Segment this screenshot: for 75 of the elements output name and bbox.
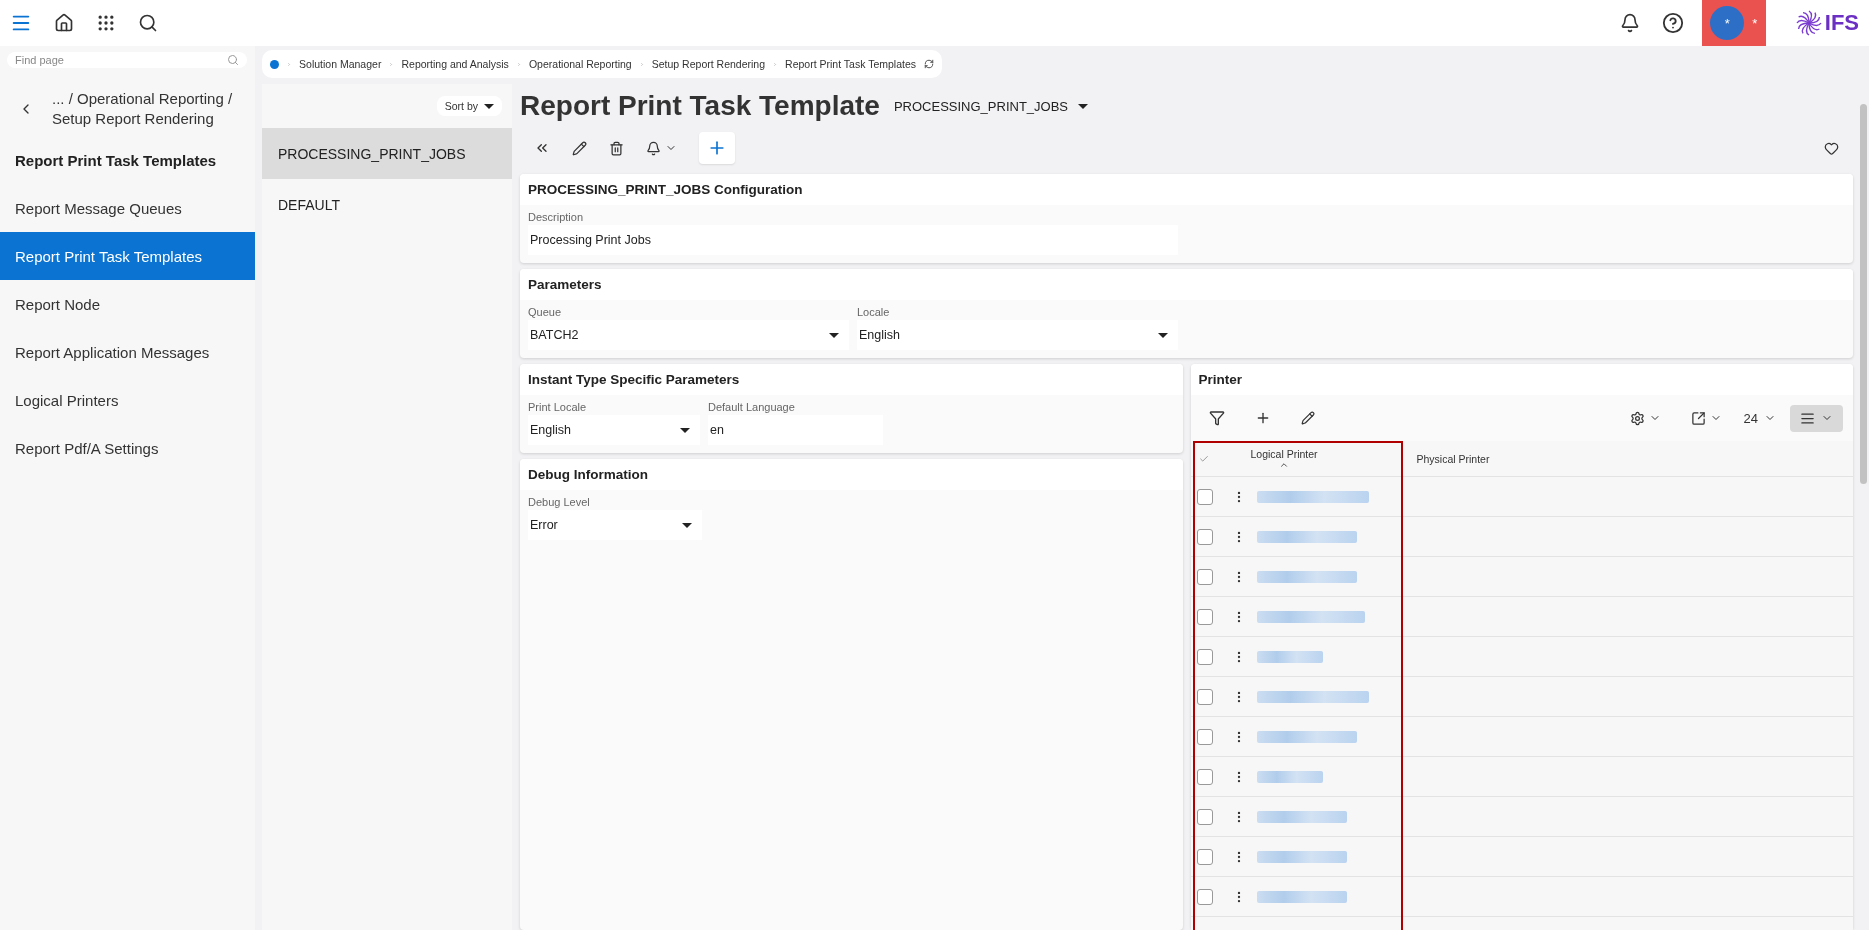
- field-label: Default Language: [708, 401, 796, 413]
- input-field[interactable]: Processing Print Jobs: [528, 225, 1178, 255]
- breadcrumb-link[interactable]: Solution Manager: [299, 58, 382, 70]
- record-item[interactable]: DEFAULT: [262, 179, 512, 230]
- status-dot: [270, 59, 279, 69]
- bell-icon[interactable]: [1619, 13, 1640, 33]
- caret-icon: [682, 522, 692, 528]
- select-field[interactable]: English: [857, 320, 1178, 350]
- caret-icon: [680, 427, 690, 433]
- view-mode-button[interactable]: [1790, 404, 1843, 432]
- add-button[interactable]: [699, 132, 735, 164]
- row-checkbox[interactable]: [1196, 528, 1213, 545]
- caret-icon: [484, 103, 494, 109]
- select-field[interactable]: BATCH2: [528, 320, 849, 350]
- breadcrumb-link[interactable]: Reporting and Analysis: [401, 58, 509, 70]
- row-checkbox[interactable]: [1196, 728, 1213, 745]
- field-label: Description: [528, 211, 585, 223]
- row-checkbox[interactable]: [1196, 688, 1213, 705]
- page-title: Report Print Task Template: [520, 90, 880, 122]
- input-field[interactable]: en: [708, 415, 883, 445]
- section-title: Instant Type Specific Parameters: [520, 364, 1183, 395]
- help-icon[interactable]: [1661, 12, 1684, 34]
- caret-icon: [1078, 103, 1089, 109]
- column-header[interactable]: Logical Printer: [1250, 447, 1318, 470]
- find-page-field[interactable]: Find page: [7, 52, 247, 68]
- row-checkbox[interactable]: [1196, 848, 1213, 865]
- apps-grid-icon[interactable]: [96, 13, 116, 33]
- navigator-item[interactable]: Report Application Messages: [0, 328, 255, 376]
- navigation-path[interactable]: ... / Operational Reporting / Setup Report Rendering: [52, 89, 235, 129]
- user-avatar[interactable]: * *: [1701, 0, 1766, 46]
- sort-button[interactable]: Sort by: [436, 96, 502, 116]
- select-field[interactable]: Error: [528, 510, 702, 540]
- record-selector[interactable]: PROCESSING_PRINT_JOBS: [893, 98, 1089, 114]
- field-label: Print Locale: [528, 401, 588, 413]
- column-header[interactable]: Physical Printer: [1416, 452, 1490, 465]
- search-icon[interactable]: [138, 13, 158, 33]
- redacted-text: [1256, 770, 1323, 783]
- row-checkbox[interactable]: [1196, 768, 1213, 785]
- gear-icon: [1629, 410, 1645, 426]
- navigator-item[interactable]: Report Print Task Templates: [0, 232, 255, 280]
- field-label: Debug Level: [528, 496, 591, 508]
- navigator-item[interactable]: Logical Printers: [0, 376, 255, 424]
- logo: IFS: [1795, 10, 1859, 36]
- home-icon[interactable]: [54, 13, 74, 33]
- swirl-icon: [1795, 10, 1822, 36]
- section-title: Debug Information: [520, 459, 1183, 490]
- field-label: Locale: [857, 306, 891, 318]
- field-label: Queue: [528, 306, 563, 318]
- section-title: Parameters: [520, 269, 1853, 300]
- caret-icon: [1158, 332, 1168, 338]
- navigator-item[interactable]: Report Node: [0, 280, 255, 328]
- row-checkbox[interactable]: [1196, 888, 1213, 905]
- list-icon: [1800, 410, 1815, 426]
- navigator-item[interactable]: Report Message Queues: [0, 184, 255, 232]
- section-title: PROCESSING_PRINT_JOBS Configuration: [520, 174, 1853, 205]
- navigator-heading: Report Print Task Templates: [14, 150, 218, 171]
- breadcrumb-link[interactable]: Setup Report Rendering: [651, 58, 765, 70]
- row-checkbox[interactable]: [1196, 808, 1213, 825]
- record-item[interactable]: PROCESSING_PRINT_JOBS: [262, 128, 512, 179]
- row-checkbox[interactable]: [1196, 648, 1213, 665]
- breadcrumb-link[interactable]: Report Print Task Templates: [785, 58, 916, 70]
- row-checkbox[interactable]: [1196, 608, 1213, 625]
- redacted-text: [1256, 650, 1323, 663]
- refresh-icon[interactable]: [924, 59, 934, 69]
- breadcrumb-link[interactable]: Operational Reporting: [528, 58, 632, 70]
- bell-icon: [646, 140, 661, 156]
- export-icon: [1690, 410, 1706, 426]
- navigator-item[interactable]: Report Pdf/A Settings: [0, 424, 255, 472]
- select-field[interactable]: English: [528, 415, 700, 445]
- scrollbar[interactable]: [1860, 104, 1867, 484]
- row-checkbox[interactable]: [1196, 488, 1213, 505]
- caret-icon: [829, 332, 839, 338]
- row-checkbox[interactable]: [1196, 568, 1213, 585]
- page-size-selector[interactable]: 24: [1743, 410, 1776, 426]
- section-title: Printer: [1190, 364, 1853, 395]
